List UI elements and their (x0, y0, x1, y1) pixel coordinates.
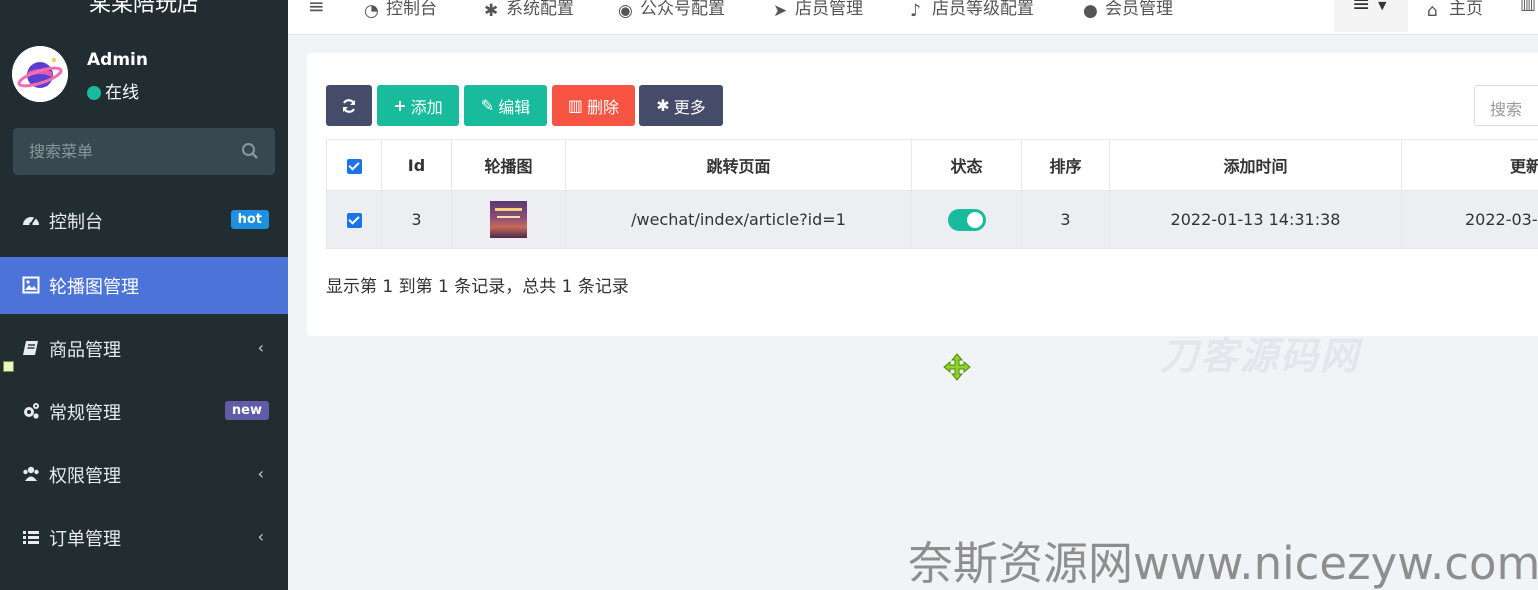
table-header-row: Id 轮播图 跳转页面 状态 排序 添加时间 更新 (326, 139, 1538, 191)
online-dot-icon (87, 86, 101, 100)
home-link[interactable]: ⌂ 主页 (1427, 0, 1483, 21)
sidebar-item-label: 权限管理 (49, 466, 121, 487)
refresh-icon (342, 98, 356, 113)
column-header[interactable]: 跳转页面 (565, 139, 912, 191)
wechat-icon: ◉ (618, 1, 633, 21)
user-name: Admin (87, 50, 148, 70)
tab-dashboard[interactable]: ◔ 控制台 (364, 0, 437, 21)
move-cursor-icon (943, 353, 971, 381)
music-icon: ♪ (910, 1, 921, 21)
cell-updated: 2022-03-0 (1401, 190, 1538, 249)
edit-button[interactable]: ✎ 编辑 (464, 85, 547, 126)
column-header[interactable]: 状态 (911, 139, 1022, 191)
image-icon (22, 276, 40, 294)
watermark-logo: 刀客源码网 (1160, 334, 1361, 378)
column-header[interactable]: 更新 (1401, 139, 1538, 191)
brand-title[interactable]: 某某陪玩店 (0, 0, 288, 18)
paper-plane-icon: ➤ (773, 1, 788, 21)
new-badge: new (224, 401, 269, 420)
bars-icon: ≡ (1352, 0, 1371, 17)
list-icon (23, 531, 39, 544)
resize-handle[interactable] (3, 361, 14, 372)
search-icon[interactable] (241, 142, 259, 160)
gear-icon: ✱ (656, 96, 670, 115)
sidebar-item-orders[interactable]: 订单管理 ‹ (0, 509, 288, 566)
planet-avatar-icon (12, 46, 68, 102)
sidebar-item-auth[interactable]: 权限管理 ‹ (0, 446, 288, 503)
row-checkbox[interactable] (346, 213, 362, 228)
user-status-label: 在线 (105, 83, 139, 103)
users-icon (23, 466, 39, 481)
sidebar-item-banner[interactable]: 轮播图管理 (0, 257, 288, 314)
tab-members[interactable]: ● 会员管理 (1083, 0, 1173, 21)
cell-status (911, 190, 1022, 249)
column-header[interactable]: Id (381, 139, 452, 191)
cell-sort: 3 (1021, 190, 1110, 249)
tab-staff[interactable]: ➤ 店员管理 (773, 0, 863, 21)
watermark-site: 奈斯资源网www.nicezyw.com (908, 537, 1538, 590)
sidebar-toggle-icon[interactable]: ≡ (308, 0, 325, 18)
column-header[interactable]: 排序 (1021, 139, 1110, 191)
chevron-left-icon: ‹ (257, 527, 264, 546)
cell-id: 3 (381, 190, 452, 249)
table-search-input[interactable]: 搜索 (1474, 85, 1538, 126)
cell-created: 2022-01-13 14:31:38 (1109, 190, 1402, 249)
add-button[interactable]: + 添加 (377, 85, 459, 126)
column-header[interactable]: 添加时间 (1109, 139, 1402, 191)
pagination-info: 显示第 1 到第 1 条记录，总共 1 条记录 (326, 277, 629, 297)
sidebar-item-label: 订单管理 (49, 529, 121, 550)
delete-button[interactable]: ▥ 删除 (552, 85, 635, 126)
chevron-left-icon: ‹ (257, 338, 264, 357)
tab-wechat-config[interactable]: ◉ 公众号配置 (618, 0, 725, 21)
sidebar-item-general[interactable]: 常规管理 new (0, 383, 288, 440)
cell-thumbnail (451, 190, 566, 249)
sidebar: 某某陪玩店 Admin 在线 控制台 hot (0, 0, 288, 590)
pencil-icon: ✎ (480, 96, 495, 115)
book-icon (23, 341, 38, 355)
trash-icon: ▥ (567, 96, 584, 115)
sidebar-item-label: 轮播图管理 (49, 277, 139, 298)
user-panel: Admin 在线 (12, 46, 272, 104)
cogs-icon (24, 403, 39, 419)
row-select-cell[interactable] (326, 190, 382, 249)
more-button[interactable]: ✱ 更多 (639, 85, 723, 126)
table-row[interactable]: 3 /wechat/index/article?id=1 3 2022-01-1… (326, 190, 1538, 249)
tab-system-config[interactable]: ✱ 系统配置 (484, 0, 574, 21)
sidebar-item-label: 商品管理 (49, 340, 121, 361)
data-table: Id 轮播图 跳转页面 状态 排序 添加时间 更新 3 /wechat/inde… (326, 139, 1538, 249)
top-navbar: ≡ ◔ 控制台 ✱ 系统配置 ◉ 公众号配置 ➤ 店员管理 ♪ 店员等级配置 ● 会员管理 … (288, 0, 1538, 35)
sidebar-item-goods[interactable]: 商品管理 ‹ (0, 320, 288, 377)
banner-thumbnail[interactable] (490, 201, 527, 238)
user-status: 在线 (87, 78, 139, 103)
select-all-cell[interactable] (326, 139, 382, 191)
dashboard-icon (23, 217, 39, 226)
user-icon: ● (1083, 1, 1098, 21)
cell-page: /wechat/index/article?id=1 (565, 190, 912, 249)
gear-icon: ✱ (484, 1, 499, 21)
home-icon: ⌂ (1427, 1, 1438, 21)
tabs-dropdown[interactable]: ≡ ▼ (1334, 0, 1408, 32)
sidebar-item-label: 常规管理 (49, 403, 121, 424)
sidebar-item-label: 控制台 (49, 212, 103, 233)
hot-badge: hot (230, 210, 269, 229)
caret-down-icon: ▼ (1378, 0, 1387, 12)
main-panel: + 添加 ✎ 编辑 ▥ 删除 ✱ 更多 搜索 Id 轮播图 跳转页面 状态 排序 添加时… (307, 53, 1538, 336)
status-toggle[interactable] (947, 208, 986, 231)
menu-search (13, 128, 275, 175)
dashboard-icon: ◔ (364, 1, 379, 21)
select-all-checkbox[interactable] (346, 158, 362, 174)
plus-icon: + (393, 96, 407, 115)
trash-icon[interactable]: ▥ (1520, 0, 1536, 14)
avatar[interactable] (12, 46, 68, 102)
menu-search-input[interactable] (13, 128, 233, 175)
column-header[interactable]: 轮播图 (451, 139, 566, 191)
sidebar-item-dashboard[interactable]: 控制台 hot (0, 192, 288, 249)
tab-staff-level[interactable]: ♪ 店员等级配置 (910, 0, 1034, 21)
refresh-button[interactable] (326, 85, 372, 126)
chevron-left-icon: ‹ (257, 464, 264, 483)
